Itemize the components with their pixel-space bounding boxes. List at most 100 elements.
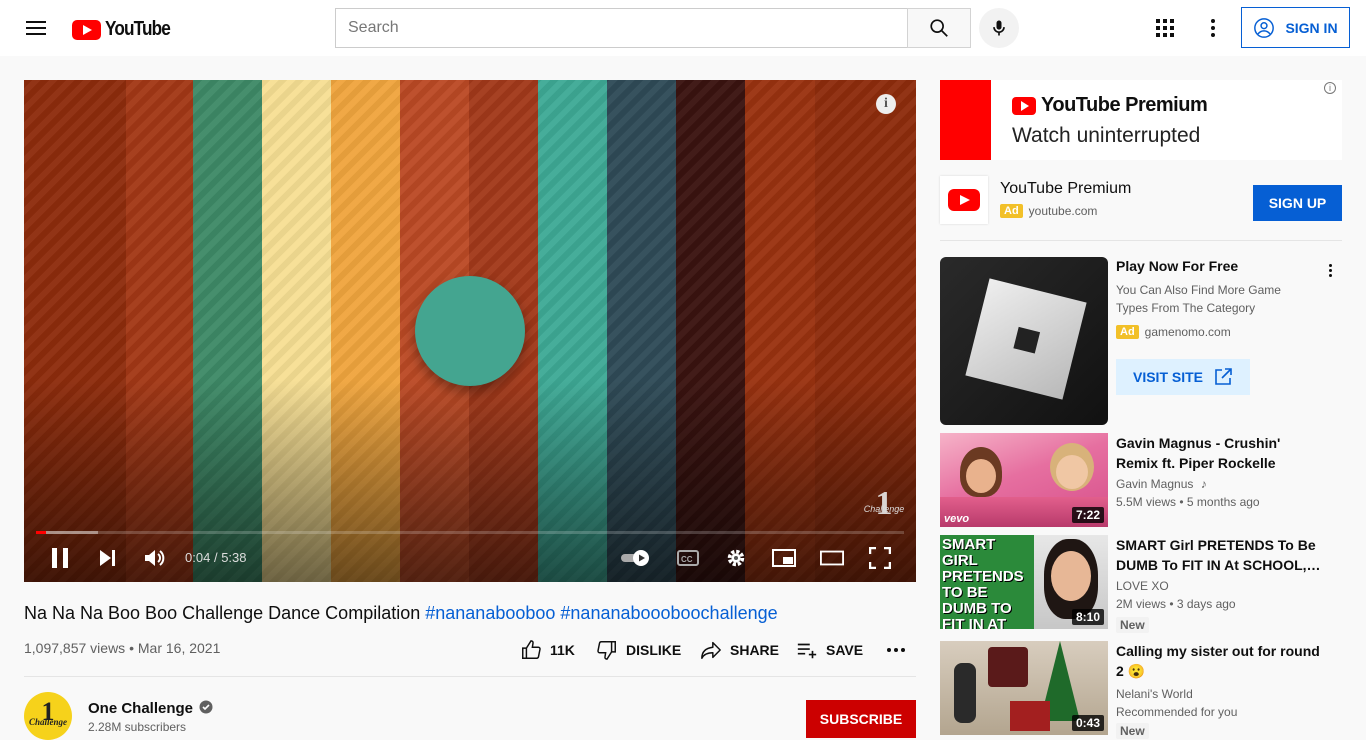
sign-up-button[interactable]: SIGN UP: [1253, 185, 1342, 221]
more-horizontal-icon: [887, 648, 905, 652]
video-player[interactable]: i 1 Challenge 0:04 / 5:38 CC: [24, 80, 916, 582]
game-ad-title[interactable]: Play Now For Free: [1116, 258, 1238, 274]
ad-badge: Ad: [1000, 204, 1023, 218]
recommended-video[interactable]: vevo 7:22 Gavin Magnus - Crushin' Remix …: [940, 433, 1342, 527]
video-thumbnail[interactable]: 0:43: [940, 641, 1108, 735]
hashtag-link[interactable]: #nananabooboo: [425, 603, 555, 623]
time-separator: /: [213, 550, 218, 565]
video-title-text: Na Na Na Boo Boo Challenge Dance Compila…: [24, 603, 421, 623]
sign-in-label: SIGN IN: [1285, 19, 1338, 36]
premium-ad-banner[interactable]: YouTube Premium Watch uninterrupted i: [940, 80, 1342, 160]
captions-button[interactable]: CC: [676, 546, 700, 570]
upload-date: Mar 16, 2021: [137, 640, 221, 656]
thumbs-up-icon: [522, 640, 541, 659]
video-title[interactable]: SMART Girl PRETENDS To Be DUMB To FIT IN…: [1116, 535, 1326, 575]
progress-bar[interactable]: [36, 531, 904, 534]
youtube-logo-icon: [948, 189, 980, 211]
share-icon: [701, 641, 721, 659]
fullscreen-icon: [869, 547, 891, 569]
recommended-video[interactable]: 0:43 Calling my sister out for round 2 😮…: [940, 641, 1342, 739]
subscriber-count: 2.28M subscribers: [88, 720, 187, 734]
recommended-video[interactable]: SMART GIRL PRETENDS TO BE DUMB TO FIT IN…: [940, 535, 1342, 633]
menu-icon[interactable]: [24, 16, 48, 40]
premium-brand: YouTube Premium: [1012, 94, 1208, 117]
game-ad-more-icon[interactable]: [1320, 260, 1340, 280]
video-frame-ball: [415, 276, 525, 386]
game-ad-domain-text: gamenomo.com: [1144, 325, 1231, 339]
sign-in-button[interactable]: SIGN IN: [1241, 7, 1350, 48]
video-title[interactable]: Gavin Magnus - Crushin' Remix ft. Piper …: [1116, 433, 1326, 473]
channel-name[interactable]: One Challenge: [88, 700, 213, 717]
theater-icon: [820, 550, 844, 566]
search-icon: [930, 19, 948, 37]
game-ad-description: You Can Also Find More Game Types From T…: [1116, 283, 1281, 315]
music-note-icon: ♪: [1200, 477, 1207, 491]
pause-icon: [52, 548, 68, 568]
view-count: 1,097,857 views: [24, 640, 126, 656]
add-to-playlist-icon: [797, 643, 817, 659]
subscribe-button[interactable]: SUBSCRIBE: [806, 700, 916, 738]
premium-tagline: Watch uninterrupted: [1012, 124, 1201, 147]
vevo-label: vevo: [944, 513, 970, 525]
channel-name[interactable]: Nelani's World: [1116, 687, 1193, 701]
theater-mode-button[interactable]: [820, 546, 844, 570]
premium-ad-title[interactable]: YouTube Premium: [1000, 180, 1131, 198]
time-display: 0:04 / 5:38: [185, 550, 247, 565]
game-ad-thumbnail[interactable]: [940, 257, 1108, 425]
channel-watermark-sub: Challenge: [863, 504, 905, 514]
divider: [24, 676, 916, 677]
roblox-logo-icon: [965, 278, 1087, 400]
new-badge: New: [1116, 723, 1149, 739]
search-input[interactable]: Search: [335, 8, 908, 48]
youtube-logo-icon: [72, 19, 101, 40]
microphone-icon: [993, 20, 1005, 36]
account-icon: [1254, 17, 1275, 38]
video-meta: 5.5M views • 5 months ago: [1116, 495, 1260, 509]
gear-icon: [727, 549, 745, 567]
svg-text:CC: CC: [681, 555, 693, 564]
new-badge: New: [1116, 617, 1149, 633]
more-actions-button[interactable]: [886, 638, 906, 662]
premium-ad-logo[interactable]: [940, 176, 988, 224]
like-count: 11K: [550, 642, 575, 658]
autoplay-toggle[interactable]: [618, 546, 654, 570]
video-title[interactable]: Calling my sister out for round 2 😮: [1116, 641, 1326, 681]
apps-grid-icon[interactable]: [1153, 16, 1177, 40]
hashtag-link[interactable]: #nananaboooboochallenge: [560, 603, 777, 623]
miniplayer-button[interactable]: [772, 546, 796, 570]
fullscreen-button[interactable]: [868, 546, 892, 570]
video-duration: 7:22: [1071, 507, 1104, 523]
voice-search-button[interactable]: [979, 8, 1019, 48]
search-button[interactable]: [907, 8, 971, 48]
next-button[interactable]: [96, 546, 120, 570]
video-title: Na Na Na Boo Boo Challenge Dance Compila…: [24, 603, 778, 624]
share-button[interactable]: SHARE: [700, 638, 779, 662]
premium-ad-domain: Ad youtube.com: [1000, 204, 1097, 218]
video-thumbnail[interactable]: SMART GIRL PRETENDS TO BE DUMB TO FIT IN…: [940, 535, 1108, 629]
channel-name[interactable]: Gavin Magnus ♪: [1116, 477, 1207, 491]
pause-button[interactable]: [48, 546, 72, 570]
visit-site-label: VISIT SITE: [1132, 369, 1203, 385]
volume-button[interactable]: [142, 546, 168, 570]
channel-name-text: One Challenge: [88, 700, 194, 717]
channel-name[interactable]: LOVE XO: [1116, 579, 1169, 593]
settings-button[interactable]: [724, 546, 748, 570]
channel-avatar[interactable]: 1 Challenge: [24, 692, 72, 740]
ad-info-icon[interactable]: i: [1324, 82, 1336, 94]
info-icon[interactable]: i: [876, 94, 896, 114]
video-meta: 1,097,857 views • Mar 16, 2021: [24, 640, 221, 656]
like-button[interactable]: 11K: [520, 638, 575, 662]
channel-name-text: Gavin Magnus: [1116, 477, 1194, 491]
settings-more-icon[interactable]: [1201, 16, 1225, 40]
dislike-button[interactable]: DISLIKE: [596, 638, 681, 662]
video-thumbnail[interactable]: vevo 7:22: [940, 433, 1108, 527]
thumbnail-caption: SMART GIRL PRETENDS TO BE DUMB TO FIT IN…: [942, 536, 1024, 630]
miniplayer-icon: [772, 549, 796, 567]
share-label: SHARE: [730, 642, 780, 658]
video-meta: Recommended for you: [1116, 705, 1238, 719]
youtube-logo[interactable]: YouTube: [72, 18, 181, 41]
save-button[interactable]: SAVE: [796, 638, 863, 662]
video-duration: 0:43: [1071, 715, 1104, 731]
visit-site-button[interactable]: VISIT SITE: [1116, 359, 1250, 395]
time-current: 0:04: [185, 550, 211, 565]
